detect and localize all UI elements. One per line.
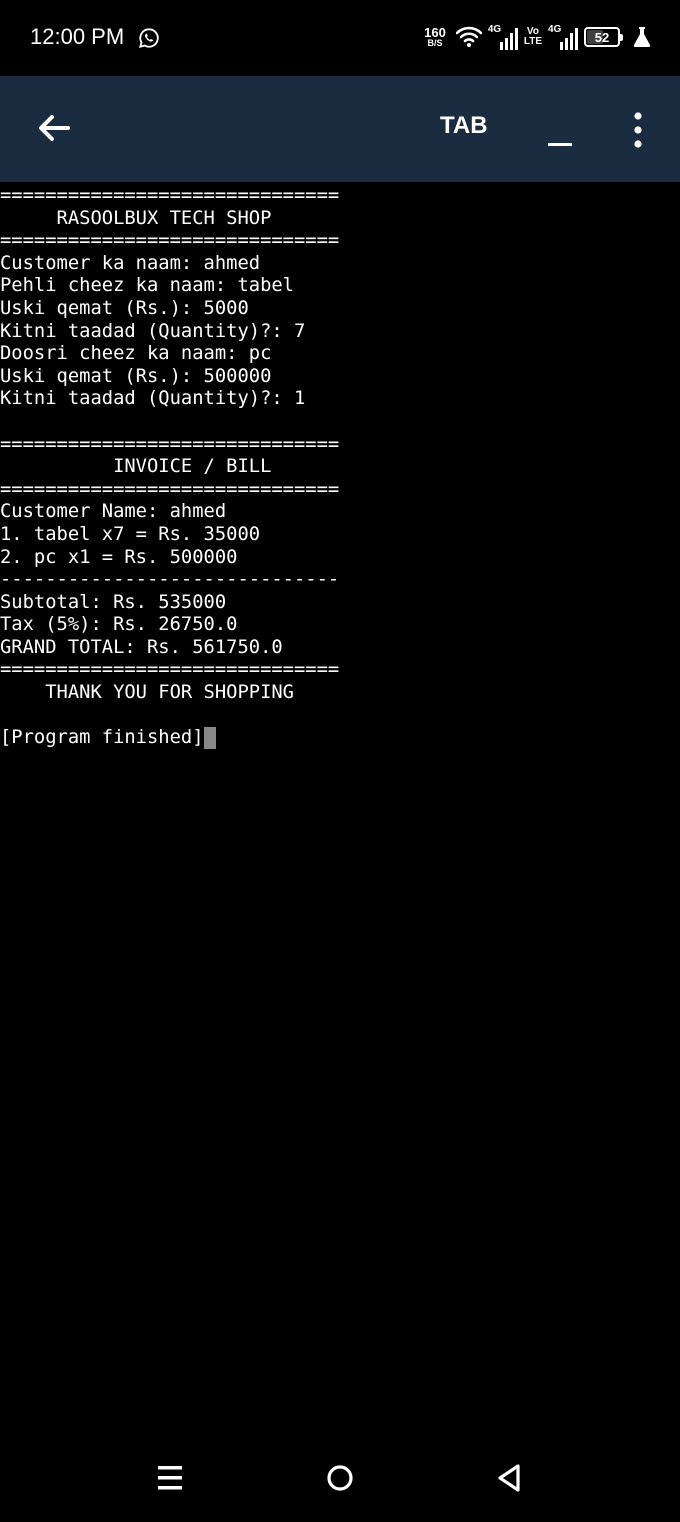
battery-level: 52 (594, 29, 610, 45)
terminal-final-line: [Program finished] (0, 727, 680, 750)
terminal-line: ============================== (0, 478, 340, 500)
status-icons: 160 B/S 4G Vo LTE 4G 52 (424, 22, 652, 52)
back-triangle-icon[interactable] (490, 1458, 530, 1498)
terminal-line: ============================== (0, 185, 340, 206)
terminal-line: ============================== (0, 230, 340, 252)
app-toolbar: TAB (0, 76, 680, 182)
terminal-line: Customer Name: ahmed (0, 501, 227, 523)
home-circle-icon[interactable] (320, 1458, 360, 1498)
terminal-line: ============================== (0, 433, 340, 455)
terminal-line: Tax (5%): Rs. 26750.0 (0, 614, 238, 636)
terminal-line: Pehli cheez ka naam: tabel (0, 275, 294, 297)
volte-indicator: Vo LTE (523, 26, 542, 48)
battery-icon: 52 (584, 27, 623, 47)
status-time: 12:00 PM (30, 24, 125, 49)
underscore-glyph (548, 143, 572, 146)
status-bar: 12:00 PM 160 B/S 4G Vo LTE 4G 52 (0, 0, 680, 76)
signal-icon (499, 28, 518, 50)
net-speed: 160 B/S (424, 26, 446, 48)
more-vertical-icon[interactable] (622, 110, 654, 150)
terminal-line: Kitni taadad (Quantity)?: 1 (0, 388, 306, 410)
navigation-bar (0, 1440, 680, 1522)
terminal-line: ------------------------------ (0, 569, 340, 591)
terminal-line: Subtotal: Rs. 535000 (0, 591, 227, 613)
whatsapp-icon (138, 28, 159, 49)
recents-menu-icon[interactable] (150, 1458, 190, 1498)
terminal-line: INVOICE / BILL (0, 456, 272, 478)
terminal-line: Customer ka naam: ahmed (0, 252, 261, 274)
terminal-line: 1. tabel x7 = Rs. 35000 (0, 523, 261, 545)
program-finished-text: [Program finished] (0, 727, 204, 749)
sim2-signal: 4G (548, 24, 578, 50)
sim1-signal: 4G (488, 24, 518, 50)
terminal-cursor (203, 727, 216, 750)
volte-bottom: LTE (523, 36, 542, 47)
terminal-line: Kitni taadad (Quantity)?: 7 (0, 320, 306, 342)
terminal-line: ============================== (0, 659, 340, 681)
wifi-icon (455, 26, 482, 47)
net-speed-unit: B/S (427, 38, 443, 48)
terminal-line: Uski qemat (Rs.): 500000 (0, 365, 272, 387)
terminal-line: Uski qemat (Rs.): 5000 (0, 297, 249, 319)
arrow-left-icon[interactable] (30, 104, 78, 152)
flask-icon (633, 27, 651, 47)
terminal-line: 2. pc x1 = Rs. 500000 (0, 546, 238, 568)
terminal-output[interactable]: ============================== RASOOLBUX… (0, 185, 680, 750)
signal-icon (560, 28, 578, 50)
terminal-line: THANK YOU FOR SHOPPING (0, 682, 294, 704)
terminal-line: Doosri cheez ka naam: pc (0, 343, 272, 365)
terminal-line: RASOOLBUX TECH SHOP (0, 207, 272, 229)
tab-button[interactable]: TAB (440, 112, 488, 140)
underscore-button[interactable] (540, 106, 580, 152)
terminal-line: GRAND TOTAL: Rs. 561750.0 (0, 636, 283, 658)
